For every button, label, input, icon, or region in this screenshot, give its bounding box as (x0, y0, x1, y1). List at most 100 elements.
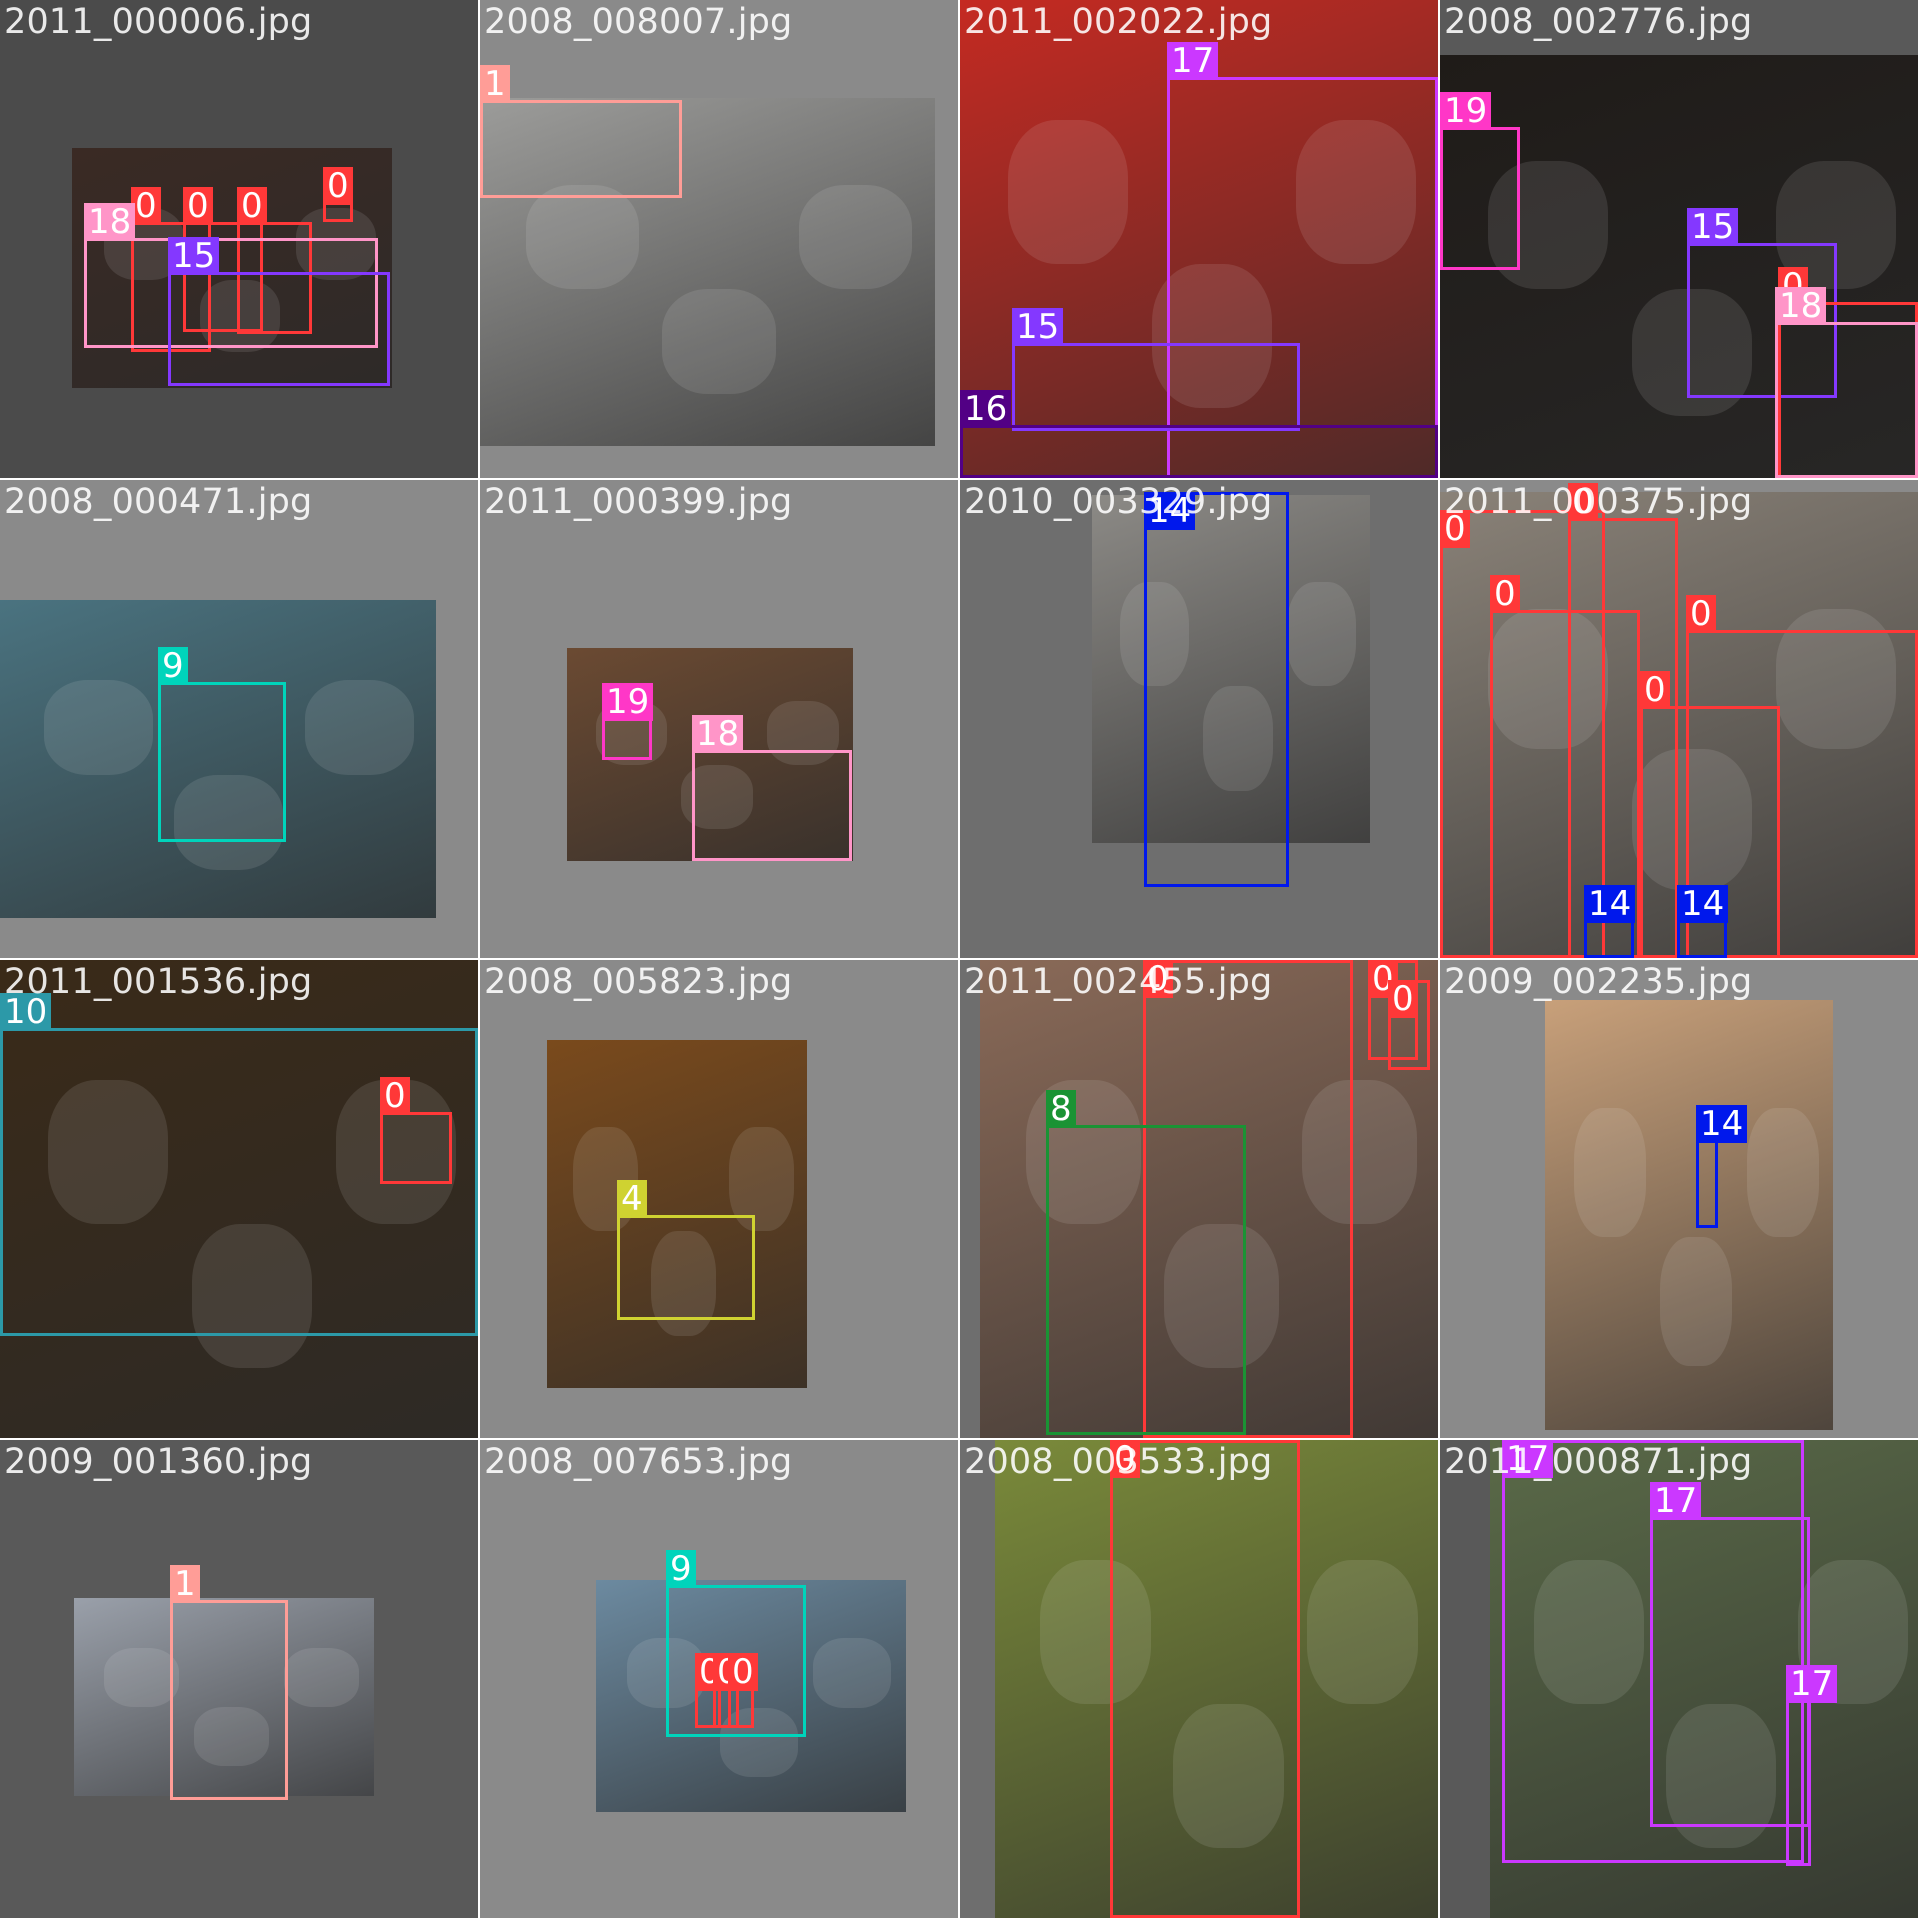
class-label: 15 (168, 237, 220, 275)
filename-label: 2009_002235.jpg (1444, 962, 1753, 1002)
image-tile: 17 17 17 2011_000871.jpg (1440, 1440, 1918, 1918)
detection-box-class-18: 18 (692, 715, 852, 861)
image-tile: 14 2009_002235.jpg (1440, 960, 1918, 1438)
class-label: 0 (183, 187, 213, 225)
filename-label: 2008_000471.jpg (4, 482, 313, 522)
detection-box-class-1: 1 (170, 1565, 288, 1800)
photo-texture (1306, 1560, 1418, 1704)
photo-texture (798, 185, 913, 290)
class-label: 1 (170, 1565, 200, 1603)
detection-box-class-0: 0 (1110, 1440, 1300, 1918)
class-label: 0 (1388, 980, 1418, 1018)
photo-texture (43, 679, 153, 775)
class-label: 14 (1677, 885, 1729, 923)
detection-box-class-9: 9 (158, 647, 286, 842)
image-tile: 90002008_007653.jpg (480, 1440, 958, 1918)
filename-label: 2011_002022.jpg (964, 2, 1273, 42)
photo-texture (1008, 120, 1128, 264)
detection-box-class-15: 15 (1012, 308, 1300, 431)
class-label: 16 (960, 390, 1012, 428)
image-tile: 0 0 0 0 0 14 14 2011_000375.jpg (1440, 480, 1918, 958)
class-label: 0 (237, 187, 267, 225)
image-tile: 0 2008_003533.jpg (960, 1440, 1438, 1918)
class-label: 9 (158, 647, 188, 685)
image-tile: 17 15 16 2011_002022.jpg (960, 0, 1438, 478)
photo-texture (1286, 582, 1357, 687)
detection-box-class-16: 16 (960, 390, 1438, 478)
class-label: 19 (602, 683, 654, 721)
filename-label: 2008_005823.jpg (484, 962, 793, 1002)
image-tile: 9 2008_000471.jpg (0, 480, 478, 958)
filename-label: 2011_001536.jpg (4, 962, 313, 1002)
class-label: 17 (1786, 1665, 1838, 1703)
class-label: 19 (1440, 92, 1492, 130)
class-label: 0 (323, 167, 353, 205)
detection-box-class-4: 4 (617, 1180, 755, 1320)
filename-label: 2011_000375.jpg (1444, 482, 1753, 522)
class-label: 15 (1012, 308, 1064, 346)
image-tile: 1 2009_001360.jpg (0, 1440, 478, 1918)
detection-box-class-0: 0 (728, 1653, 758, 1728)
detection-box-class-19: 19 (602, 683, 654, 760)
class-label: 15 (1687, 208, 1739, 246)
detection-box-class-14: 14 (1584, 885, 1636, 958)
class-label: 18 (1775, 287, 1827, 325)
filename-label: 2011_002455.jpg (964, 962, 1273, 1002)
detection-box-class-0: 0 (380, 1077, 452, 1184)
image-tile: 0 0 0 8 2011_002455.jpg (960, 960, 1438, 1438)
class-label: 18 (692, 715, 744, 753)
photo-texture (1660, 1236, 1733, 1366)
class-label: 14 (1696, 1105, 1748, 1143)
image-tile: 10 0 2011_001536.jpg (0, 960, 478, 1438)
detection-box-class-17: 17 (1786, 1665, 1838, 1866)
class-label: 14 (1584, 885, 1636, 923)
class-label: 1 (480, 65, 510, 103)
detection-box-class-8: 8 (1046, 1090, 1246, 1435)
filename-label: 2011_000871.jpg (1444, 1442, 1753, 1482)
class-label: 18 (84, 203, 136, 241)
class-label: 4 (617, 1180, 647, 1218)
filename-label: 2008_003533.jpg (964, 1442, 1273, 1482)
image-tile: 1 2008_008007.jpg (480, 0, 958, 478)
detection-box-class-14: 14 (1144, 492, 1289, 887)
photo-texture (525, 185, 640, 290)
photo-texture (284, 1647, 359, 1707)
filename-label: 2008_008007.jpg (484, 2, 793, 42)
filename-label: 2008_002776.jpg (1444, 2, 1753, 42)
image-tile: 19 18 2011_000399.jpg (480, 480, 958, 958)
image-tile: 19 15 0 18 2008_002776.jpg (1440, 0, 1918, 478)
class-label: 0 (1490, 575, 1520, 613)
class-label: 0 (1686, 595, 1716, 633)
class-label: 0 (1640, 671, 1670, 709)
detection-box-class-14: 14 (1677, 885, 1729, 958)
filename-label: 2008_007653.jpg (484, 1442, 793, 1482)
class-label: 9 (666, 1550, 696, 1588)
detection-box-class-15: 15 (168, 237, 390, 386)
detection-box-class-1: 1 (480, 65, 682, 198)
class-label: 17 (1167, 42, 1219, 80)
class-label: 0 (131, 187, 161, 225)
photo-texture (662, 289, 776, 394)
filename-label: 2011_000006.jpg (4, 2, 313, 42)
class-label: 0 (380, 1077, 410, 1115)
photo-texture (305, 679, 415, 775)
filename-label: 2010_003329.jpg (964, 482, 1273, 522)
detection-mosaic: 0 0 0 0 18 15 2011_000006.jpg 1 2008_008007.jpg 1… (0, 0, 1920, 1920)
filename-label: 2011_000399.jpg (484, 482, 793, 522)
detection-box-class-18: 18 (1775, 287, 1918, 478)
image-tile: 4 2008_005823.jpg (480, 960, 958, 1438)
detection-box-class-0: 0 (323, 167, 353, 222)
photo-texture (1573, 1107, 1646, 1237)
class-label: 17 (1650, 1482, 1702, 1520)
photo-texture (813, 1638, 891, 1708)
class-label: 8 (1046, 1090, 1076, 1128)
detection-box-class-14: 14 (1696, 1105, 1748, 1228)
filename-label: 2009_001360.jpg (4, 1442, 313, 1482)
detection-box-class-19: 19 (1440, 92, 1520, 270)
class-label: 0 (728, 1653, 758, 1691)
image-tile: 14 2010_003329.jpg (960, 480, 1438, 958)
detection-box-class-0: 0 (1388, 980, 1430, 1070)
photo-texture (1746, 1107, 1819, 1237)
photo-texture (104, 1647, 179, 1707)
image-tile: 0 0 0 0 18 15 2011_000006.jpg (0, 0, 478, 478)
